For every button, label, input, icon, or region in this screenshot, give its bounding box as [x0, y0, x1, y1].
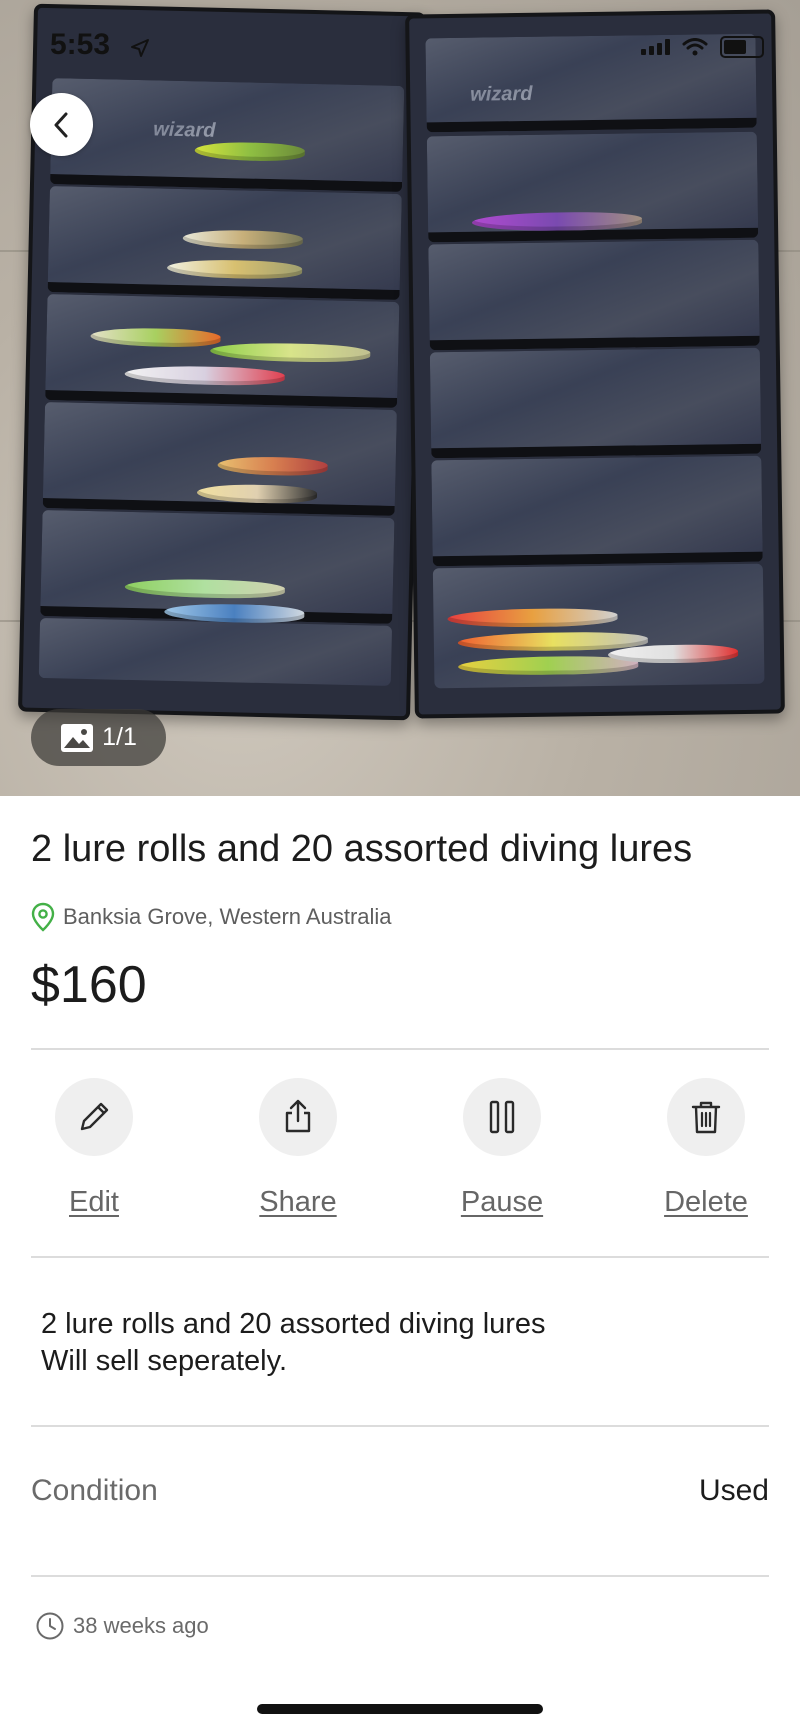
- wifi-icon: [682, 38, 708, 56]
- posted-time: 38 weeks ago: [35, 1611, 209, 1641]
- listing-photo[interactable]: wizard wizard 5:53: [0, 0, 800, 796]
- cellular-signal-icon: [641, 39, 670, 55]
- listing-price: $160: [31, 956, 147, 1014]
- pocket: [428, 239, 760, 351]
- listing-description: 2 lure rolls and 20 assorted diving lure…: [41, 1306, 546, 1380]
- condition-label: Condition: [31, 1474, 158, 1507]
- edit-button[interactable]: Edit: [4, 1078, 184, 1219]
- image-counter-badge[interactable]: 1/1: [31, 709, 166, 766]
- listing-actions: Edit Share Pause Delete: [0, 1078, 800, 1228]
- divider: [31, 1256, 769, 1258]
- chevron-left-icon: [54, 112, 67, 137]
- posted-time-text: 38 weeks ago: [73, 1613, 209, 1638]
- edit-icon-circle: [55, 1078, 133, 1156]
- divider: [31, 1425, 769, 1427]
- description-line: Will sell seperately.: [41, 1345, 288, 1377]
- location-arrow-icon: [131, 39, 149, 57]
- status-bar: 5:53: [0, 0, 800, 96]
- share-icon: [285, 1099, 311, 1133]
- share-button[interactable]: Share: [208, 1078, 388, 1219]
- edit-label: Edit: [69, 1186, 119, 1218]
- pause-icon-circle: [463, 1078, 541, 1156]
- status-indicators: [641, 36, 764, 58]
- image-icon: [61, 723, 94, 752]
- listing-location: Banksia Grove, Western Australia: [31, 902, 392, 932]
- description-line: 2 lure rolls and 20 assorted diving lure…: [41, 1308, 546, 1340]
- pause-icon: [489, 1100, 515, 1134]
- divider: [31, 1048, 769, 1050]
- home-indicator[interactable]: [257, 1704, 543, 1714]
- pause-label: Pause: [460, 1186, 544, 1218]
- pause-button[interactable]: Pause: [412, 1078, 592, 1219]
- location-pin-icon: [31, 902, 55, 932]
- delete-button[interactable]: Delete: [616, 1078, 796, 1219]
- trash-icon: [691, 1101, 721, 1134]
- clock-icon: [36, 1612, 64, 1640]
- pocket: [38, 617, 393, 686]
- share-label: Share: [259, 1186, 337, 1218]
- delete-label: Delete: [664, 1186, 748, 1218]
- share-icon-circle: [259, 1078, 337, 1156]
- condition-value: Used: [698, 1474, 769, 1507]
- back-button[interactable]: [30, 93, 93, 156]
- divider: [31, 1575, 769, 1577]
- pencil-icon: [80, 1102, 109, 1131]
- pocket: [429, 347, 762, 459]
- image-counter-text: 1/1: [102, 723, 137, 751]
- location-text: Banksia Grove, Western Australia: [63, 904, 392, 929]
- listing-title: 2 lure rolls and 20 assorted diving lure…: [31, 828, 693, 870]
- lure-roll-right: wizard: [405, 9, 785, 719]
- status-time: 5:53: [50, 28, 111, 61]
- battery-icon: [720, 36, 764, 58]
- delete-icon-circle: [667, 1078, 745, 1156]
- pocket: [431, 455, 763, 567]
